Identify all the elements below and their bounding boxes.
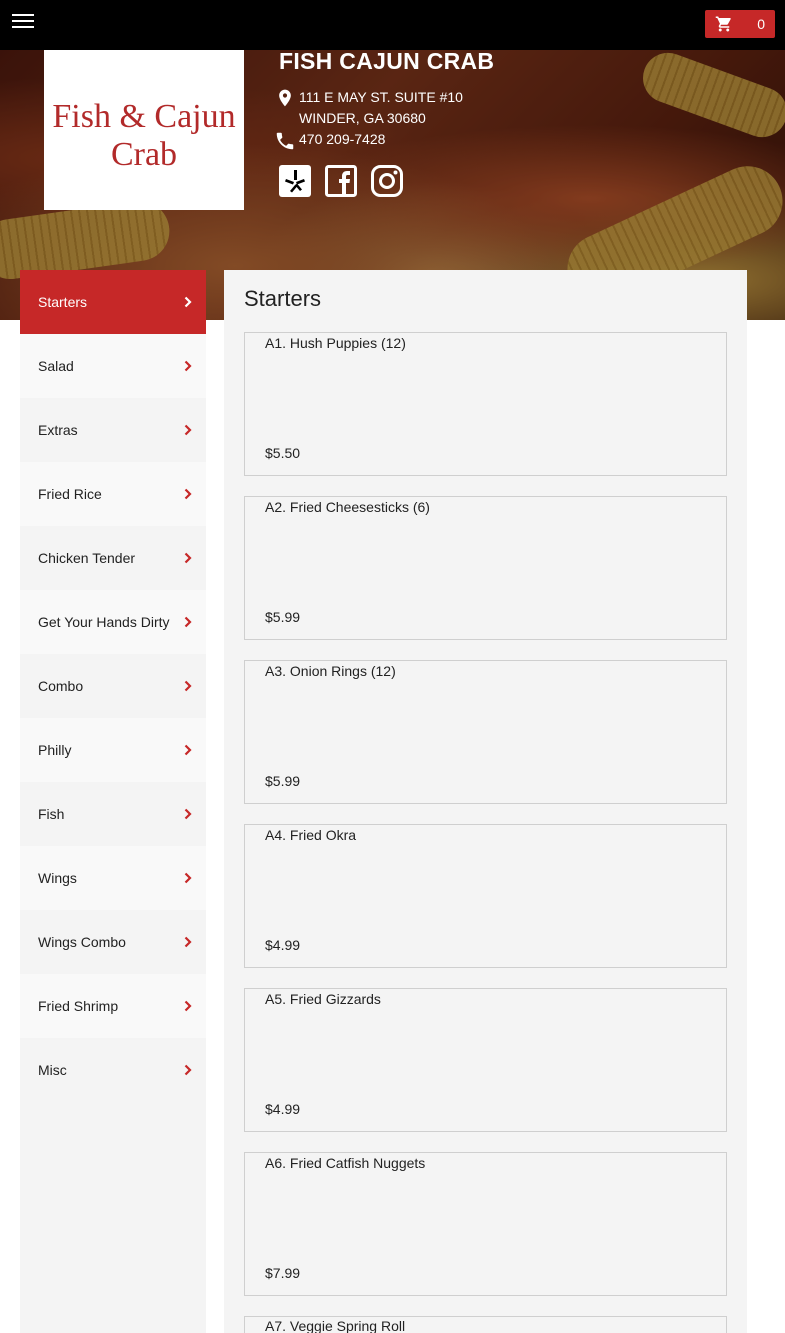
menu-panel: Starters A1. Hush Puppies (12) $5.50 A2.… [224,270,747,1333]
chevron-right-icon [184,744,192,756]
sidebar-item-label: Philly [38,741,72,758]
phone-icon [276,132,294,150]
sidebar-item-label: Salad [38,357,74,374]
sidebar-item-wings[interactable]: Wings [20,846,206,910]
sidebar-item-label: Fried Shrimp [38,997,119,1014]
cart-count: 0 [757,16,765,32]
category-sidebar: Starters Salad Extras Fried Rice Chicken… [20,270,206,1333]
phone-number[interactable]: 470 209-7428 [299,131,385,147]
chevron-right-icon [184,424,192,436]
menu-item-price: $4.99 [265,937,301,953]
menu-item-name: A6. Fried Catfish Nuggets [265,1155,426,1171]
sidebar-item-label: Fried Rice [38,485,102,502]
sidebar-item-misc[interactable]: Misc [20,1038,206,1102]
menu-item-name: A5. Fried Gizzards [265,991,381,1007]
sidebar-item-combo[interactable]: Combo [20,654,206,718]
sidebar-item-get-your-hands-dirty[interactable]: Get Your Hands Dirty [20,590,206,654]
menu-item-name: A7. Veggie Spring Roll [265,1318,406,1333]
sidebar-item-label: Combo [38,677,84,694]
sidebar-item-starters[interactable]: Starters [20,270,206,334]
chevron-right-icon [184,488,192,500]
sidebar-item-label: Wings [38,869,77,886]
chevron-right-icon [184,552,192,564]
menu-item-card[interactable]: A7. Veggie Spring Roll [244,1316,727,1333]
sidebar-item-philly[interactable]: Philly [20,718,206,782]
chevron-right-icon [184,808,192,820]
address-line-2: WINDER, GA 30680 [299,110,426,126]
menu-item-name: A3. Onion Rings (12) [265,663,396,679]
menu-item-name: A4. Fried Okra [265,827,357,843]
address-line-1: 111 E MAY ST. SUITE #10 [299,89,463,105]
location-pin-icon [279,89,291,107]
sidebar-item-label: Starters [38,293,88,310]
menu-item-price: $4.99 [265,1101,301,1117]
menu-item-price: $7.99 [265,1265,301,1281]
menu-item-card[interactable]: A4. Fried Okra $4.99 [244,824,727,968]
restaurant-name: FISH CAJUN CRAB [279,48,495,74]
menu-item-price: $5.50 [265,445,301,461]
sidebar-item-label: Chicken Tender [38,549,136,566]
menu-item-card[interactable]: A2. Fried Cheesesticks (6) $5.99 [244,496,727,640]
sidebar-item-label: Fish [38,805,65,822]
menu-item-name: A2. Fried Cheesesticks (6) [265,499,430,515]
menu-item-card[interactable]: A5. Fried Gizzards $4.99 [244,988,727,1132]
sidebar-item-label: Misc [38,1061,67,1078]
sidebar-item-label: Wings Combo [38,933,126,950]
sidebar-item-fried-shrimp[interactable]: Fried Shrimp [20,974,206,1038]
logo-line-1: Fish & Cajun [52,98,236,135]
menu-item-card[interactable]: A6. Fried Catfish Nuggets $7.99 [244,1152,727,1296]
instagram-icon[interactable] [371,165,403,197]
top-bar: 0 [0,0,785,50]
chevron-right-icon [184,360,192,372]
menu-item-price: $5.99 [265,609,301,625]
cart-icon [715,16,731,32]
sidebar-item-fish[interactable]: Fish [20,782,206,846]
chevron-right-icon [184,296,192,308]
menu-item-name: A1. Hush Puppies (12) [265,335,406,351]
menu-item-card[interactable]: A3. Onion Rings (12) $5.99 [244,660,727,804]
sidebar-item-fried-rice[interactable]: Fried Rice [20,462,206,526]
section-title: Starters [244,286,322,311]
chevron-right-icon [184,872,192,884]
chevron-right-icon [184,616,192,628]
sidebar-item-chicken-tender[interactable]: Chicken Tender [20,526,206,590]
menu-item-card[interactable]: A1. Hush Puppies (12) $5.50 [244,332,727,476]
facebook-icon[interactable] [325,165,357,197]
logo-line-2: Crab [110,136,178,173]
sidebar-item-label: Extras [38,421,78,438]
chevron-right-icon [184,680,192,692]
chevron-right-icon [184,936,192,948]
sidebar-item-wings-combo[interactable]: Wings Combo [20,910,206,974]
menu-item-price: $5.99 [265,773,301,789]
sidebar-item-salad[interactable]: Salad [20,334,206,398]
sidebar-item-extras[interactable]: Extras [20,398,206,462]
sidebar-item-label: Get Your Hands Dirty [38,613,170,630]
hamburger-menu-icon[interactable] [12,14,34,32]
cart-button[interactable]: 0 [705,10,775,38]
restaurant-logo: Fish & Cajun Crab [44,50,244,210]
chevron-right-icon [184,1064,192,1076]
chevron-right-icon [184,1000,192,1012]
yelp-icon[interactable] [279,165,311,197]
